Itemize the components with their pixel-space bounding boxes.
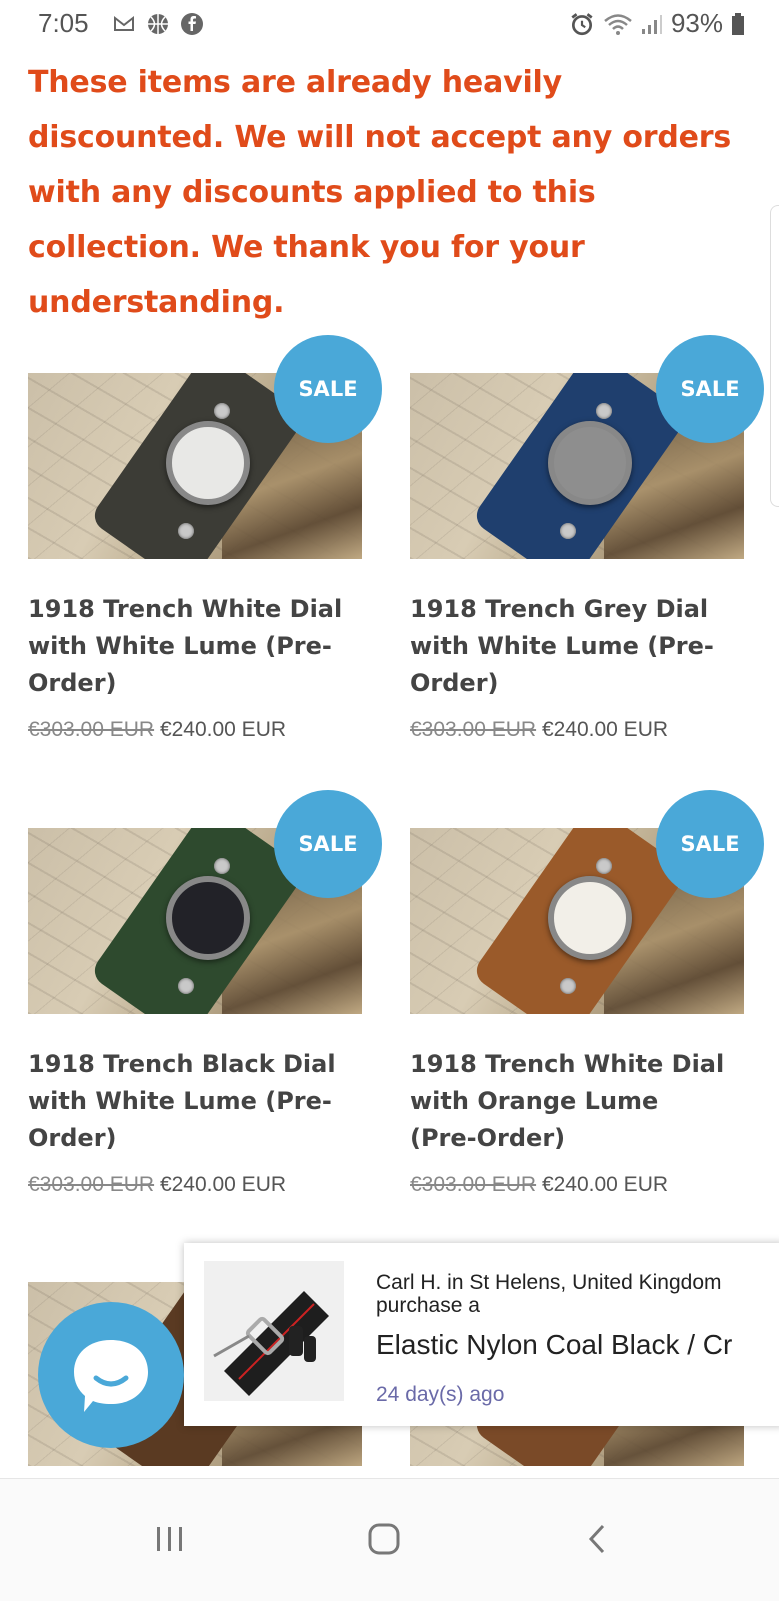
sale-badge: SALE [274,335,382,443]
watch-dial [548,421,632,505]
watch-dial [548,876,632,960]
status-bar: 7:05 93% [0,0,779,50]
clock: 7:05 [38,8,89,38]
sale-badge: SALE [656,335,764,443]
gmail-icon [114,15,134,31]
alarm-icon [571,12,593,35]
product-title[interactable]: 1918 Trench White Dial with Orange Lume … [410,1046,730,1157]
system-nav-bar [0,1478,779,1601]
sale-price: €240.00 EUR [541,718,669,741]
home-icon [368,1523,400,1555]
battery-percent: 93% [670,8,723,38]
original-price: €303.00 EUR [28,718,155,741]
sale-price: €240.00 EUR [159,718,287,741]
home-button[interactable] [354,1509,414,1569]
original-price: €303.00 EUR [28,1173,155,1196]
sale-badge: SALE [274,790,382,898]
purchase-verb: purchase a [376,1294,480,1317]
back-button[interactable] [568,1509,628,1569]
product-price: €303.00 EUR €240.00 EUR [410,718,668,742]
original-price: €303.00 EUR [410,718,537,741]
purchase-product-name[interactable]: Elastic Nylon Coal Black / Cr [376,1329,732,1361]
chat-button[interactable] [38,1302,184,1448]
purchase-product-thumbnail[interactable] [204,1261,344,1401]
original-price: €303.00 EUR [410,1173,537,1196]
product-title[interactable]: 1918 Trench Black Dial with White Lume (… [28,1046,348,1157]
product-title[interactable]: 1918 Trench Grey Dial with White Lume (P… [410,591,730,702]
product-price: €303.00 EUR €240.00 EUR [410,1173,668,1197]
purchase-customer: Carl H. in St Helens, United Kingdom [376,1271,722,1294]
sale-price: €240.00 EUR [541,1173,669,1196]
facebook-icon [181,13,203,35]
edge-panel-handle[interactable] [770,205,779,507]
product-price: €303.00 EUR €240.00 EUR [28,718,286,742]
basketball-icon [148,14,168,34]
recent-purchase-popup[interactable]: Carl H. in St Helens, United Kingdom pur… [184,1243,779,1426]
recent-apps-icon [157,1527,182,1551]
watch-dial [166,876,250,960]
recent-apps-button[interactable] [140,1509,200,1569]
chat-icon [74,1340,148,1412]
sale-price: €240.00 EUR [159,1173,287,1196]
product-price: €303.00 EUR €240.00 EUR [28,1173,286,1197]
back-icon [588,1524,605,1554]
watch-dial [166,421,250,505]
signal-icon [641,14,662,34]
sale-badge: SALE [656,790,764,898]
discount-notice: These items are already heavily discount… [28,65,731,320]
product-title[interactable]: 1918 Trench White Dial with White Lume (… [28,591,348,702]
wifi-icon [604,13,632,35]
battery-icon [732,12,744,35]
purchase-time: 24 day(s) ago [376,1383,505,1406]
